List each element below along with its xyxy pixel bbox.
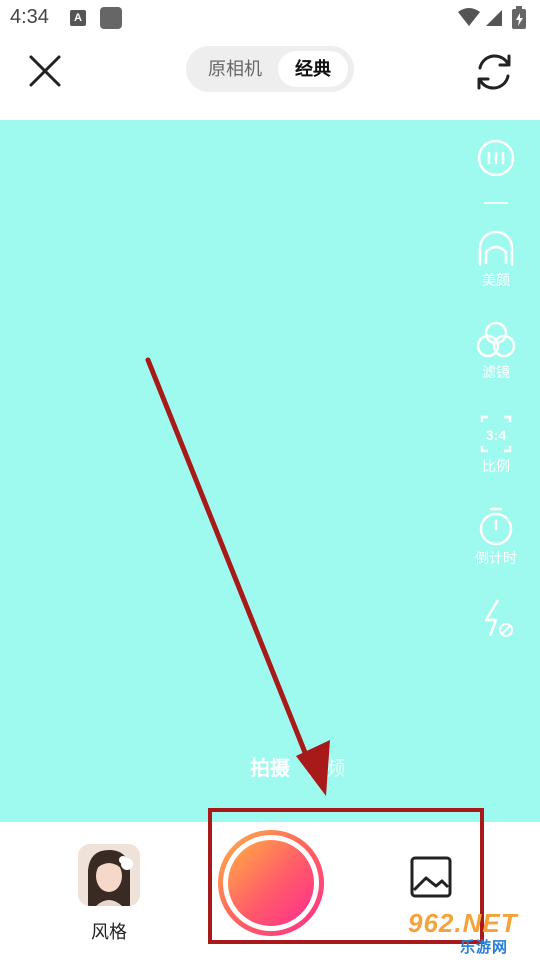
status-bar: 4:34 A — [0, 0, 540, 38]
status-indicators — [458, 6, 526, 29]
close-icon — [29, 55, 61, 87]
camera-viewfinder[interactable]: 美颜 滤镜 3:4 比例 倒计时 拍摄 — [0, 120, 540, 822]
signal-icon — [486, 10, 502, 26]
top-bar: 原相机 经典 — [0, 38, 540, 120]
style-label: 风格 — [91, 922, 127, 942]
camera-mode-toggle: 原相机 经典 — [186, 46, 354, 92]
notification-icon: A — [70, 10, 86, 26]
style-thumbnail[interactable] — [78, 844, 140, 906]
watermark-sub: 乐游网 — [460, 939, 509, 956]
mode-classic[interactable]: 经典 — [278, 51, 348, 87]
battery-icon — [512, 6, 526, 29]
portrait-avatar — [78, 844, 140, 906]
watermark: 962.NET 乐游网 — [400, 908, 540, 960]
status-time: 4:34 — [10, 6, 49, 28]
wifi-icon — [458, 8, 480, 26]
app-notification-icon — [100, 7, 122, 29]
annotation-arrow — [145, 357, 330, 796]
watermark-brand: 962.NET — [408, 908, 518, 938]
camera-screen: 4:34 A 原相机 经典 美颜 滤镜 3:4 比例 倒计时 拍摄 风格 962… — [0, 0, 540, 960]
mode-original-camera[interactable]: 原相机 — [196, 51, 274, 87]
switch-camera-icon — [477, 54, 511, 90]
switch-camera-button[interactable] — [472, 50, 516, 94]
close-button[interactable] — [26, 52, 64, 90]
